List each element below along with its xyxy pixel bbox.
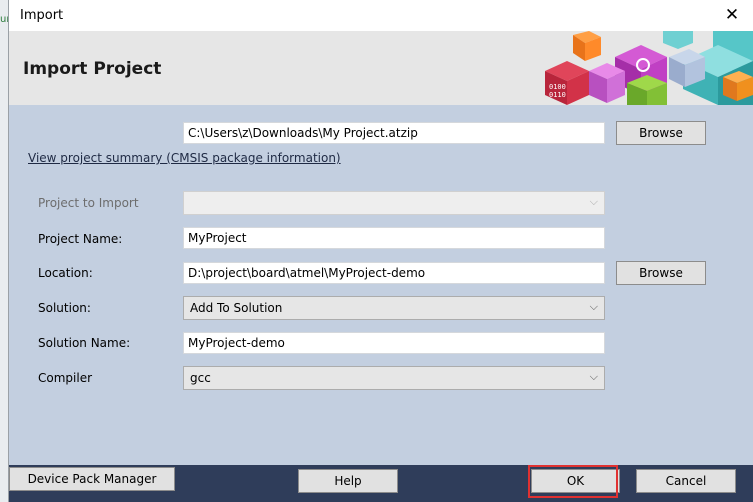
location-label: Location: (38, 266, 93, 280)
view-project-summary-link[interactable]: View project summary (CMSIS package info… (28, 151, 341, 165)
help-button[interactable]: Help (298, 469, 398, 493)
project-name-label: Project Name: (38, 232, 123, 246)
location-field[interactable]: D:\project\board\atmel\MyProject-demo (183, 262, 605, 284)
device-pack-manager-button[interactable]: Device Pack Manager (9, 467, 175, 491)
close-button[interactable]: ✕ (719, 3, 745, 27)
browse-location-button[interactable]: Browse (616, 261, 706, 285)
cancel-button[interactable]: Cancel (636, 469, 736, 493)
solution-name-field[interactable]: MyProject-demo (183, 332, 605, 354)
browse-archive-button[interactable]: Browse (616, 121, 706, 145)
compiler-value: gcc (190, 371, 211, 385)
compiler-label: Compiler (38, 371, 93, 385)
svg-text:0110: 0110 (549, 91, 566, 99)
compiler-select[interactable]: gcc ⌵ (183, 366, 605, 390)
solution-label: Solution: (38, 301, 91, 315)
chevron-down-icon: ⌵ (589, 370, 598, 383)
background-window: un (0, 0, 13, 502)
solution-value: Add To Solution (190, 301, 283, 315)
svg-text:0100: 0100 (549, 83, 566, 91)
project-to-import-select[interactable]: ⌵ (183, 191, 605, 215)
title-bar: Import ✕ (9, 0, 753, 31)
solution-select[interactable]: Add To Solution ⌵ (183, 296, 605, 320)
colorful-blocks-logo-icon: 0100 0110 (545, 31, 753, 105)
ok-button-highlight (528, 465, 618, 498)
page-title: Import Project (23, 59, 162, 79)
import-dialog: Import ✕ Import Project 0100 0110 C:\Use… (8, 0, 753, 502)
archive-path-field[interactable]: C:\Users\z\Downloads\My Project.atzip (183, 122, 605, 144)
chevron-down-icon: ⌵ (589, 195, 598, 208)
project-name-field[interactable]: MyProject (183, 227, 605, 249)
header-banner: Import Project 0100 0110 (9, 31, 753, 105)
window-title: Import (20, 8, 64, 23)
import-form: C:\Users\z\Downloads\My Project.atzip Br… (9, 105, 753, 465)
project-to-import-label: Project to Import (38, 196, 139, 210)
solution-name-label: Solution Name: (38, 336, 131, 350)
chevron-down-icon: ⌵ (589, 300, 598, 313)
button-bar: Device Pack Manager Help OK Cancel (9, 465, 753, 502)
